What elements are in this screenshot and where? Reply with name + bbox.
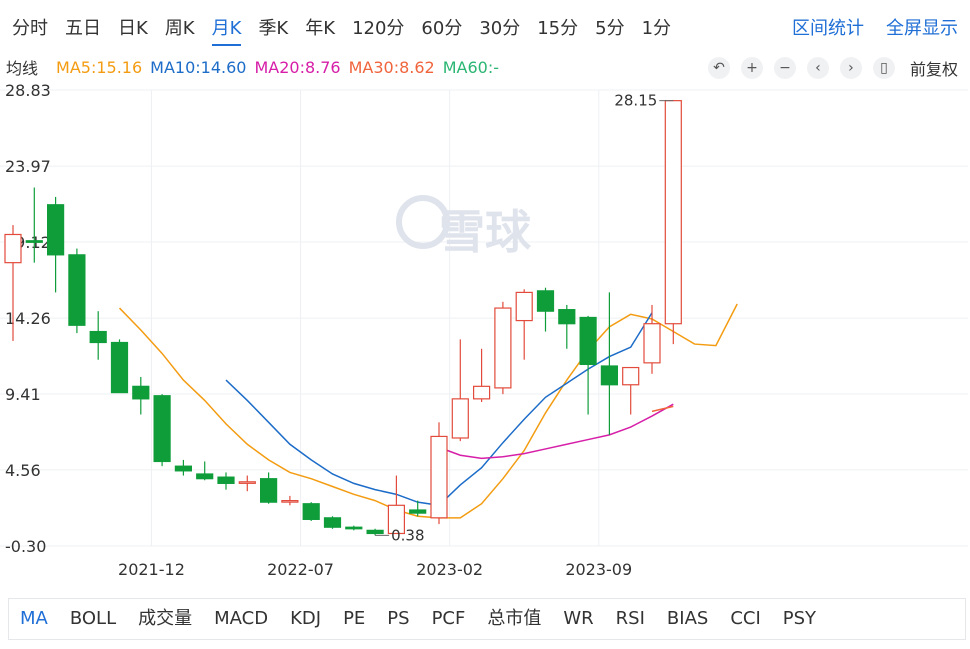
y-tick-label: 23.97 xyxy=(5,157,51,176)
candle-body xyxy=(25,240,43,243)
indicator-tab[interactable]: CCI xyxy=(719,600,771,638)
indicator-tab[interactable]: BIAS xyxy=(656,600,719,638)
ma-legend: 均线 MA5:15.16 MA10:14.60 MA20:8.76 MA30:8.62… xyxy=(6,55,507,79)
indicator-tab[interactable]: PS xyxy=(376,600,420,638)
ma-legend-item: MA20:8.76 xyxy=(254,57,341,77)
candle-body xyxy=(89,330,107,344)
period-tab[interactable]: 五日 xyxy=(65,14,101,46)
indicator-tab[interactable]: MA xyxy=(9,600,59,638)
y-tick-label: 28.83 xyxy=(5,81,51,100)
period-tab[interactable]: 月K xyxy=(211,14,242,46)
ma-legend-item: MA10:14.60 xyxy=(150,57,247,77)
period-tab[interactable]: 30分 xyxy=(479,14,520,46)
candle-body xyxy=(281,500,299,503)
candle-body xyxy=(196,473,214,480)
price-adjust-toggle[interactable]: 前复权 xyxy=(910,56,958,80)
candle-body xyxy=(409,509,427,514)
indicator-tab[interactable]: MACD xyxy=(203,600,279,638)
period-tab[interactable]: 季K xyxy=(258,14,288,46)
ma-legend-title: 均线 xyxy=(6,59,39,78)
zoom-out-icon[interactable]: − xyxy=(773,57,796,79)
indicator-tab[interactable]: 总市值 xyxy=(476,600,552,638)
candle-body xyxy=(451,398,469,439)
y-tick-label: -0.30 xyxy=(5,537,46,556)
watermark: 雪球 xyxy=(439,205,532,259)
max-price-label: 28.15 xyxy=(614,92,657,110)
undo-icon[interactable]: ↶ xyxy=(707,57,730,79)
min-price-label: 0.38 xyxy=(391,526,424,544)
candle-body xyxy=(132,385,150,400)
period-tab[interactable]: 15分 xyxy=(537,14,578,46)
chart-toolbar: ↶ + − ‹ › ▯ 前复权 xyxy=(707,56,958,80)
candle-body xyxy=(217,476,235,484)
indicator-tab[interactable]: PSY xyxy=(772,600,827,638)
candle-body xyxy=(558,309,576,325)
zoom-in-icon[interactable]: + xyxy=(740,57,763,79)
candle-body xyxy=(345,526,363,530)
y-tick-label: 14.26 xyxy=(5,309,51,328)
candle-body xyxy=(430,435,448,519)
candle-icon[interactable]: ▯ xyxy=(872,57,895,79)
indicator-tab[interactable]: 成交量 xyxy=(127,600,203,638)
x-tick-label: 2023-02 xyxy=(416,560,483,579)
indicator-tab[interactable]: PE xyxy=(332,600,376,638)
candle-body xyxy=(515,291,533,322)
indicator-tab[interactable]: KDJ xyxy=(279,600,332,638)
period-tab[interactable]: 120分 xyxy=(352,14,404,46)
candle-body xyxy=(260,478,278,503)
candle-body xyxy=(579,316,597,366)
x-tick-label: 2022-07 xyxy=(267,560,334,579)
scroll-right-icon[interactable]: › xyxy=(839,57,862,79)
period-tab[interactable]: 5分 xyxy=(595,14,624,46)
candle-body xyxy=(323,517,342,528)
candle-body xyxy=(174,465,192,472)
fullscreen-link[interactable]: 全屏显示 xyxy=(886,14,958,44)
indicator-tab[interactable]: WR xyxy=(552,600,604,638)
y-tick-label: 4.56 xyxy=(5,461,41,480)
x-tick-label: 2023-09 xyxy=(565,560,632,579)
ma-line-ma20 xyxy=(438,403,674,460)
candle-body xyxy=(4,233,22,264)
period-tab[interactable]: 1分 xyxy=(642,14,671,46)
y-tick-label: 9.41 xyxy=(5,385,41,404)
candle-body xyxy=(68,254,86,326)
candle-body xyxy=(302,503,320,520)
candle-body xyxy=(536,290,555,312)
candle-body xyxy=(153,395,171,463)
right-links: 区间统计 全屏显示 xyxy=(792,14,958,44)
candle-body xyxy=(238,481,256,484)
candle-body xyxy=(46,204,65,256)
indicator-tab[interactable]: PCF xyxy=(421,600,477,638)
candle-body xyxy=(664,100,682,325)
period-tab[interactable]: 60分 xyxy=(421,14,462,46)
scroll-left-icon[interactable]: ‹ xyxy=(806,57,829,79)
candle-body xyxy=(473,385,491,400)
period-tab[interactable]: 周K xyxy=(165,14,195,46)
candle-body xyxy=(494,307,512,389)
period-tabs: 分时 五日 日K 周K 月K 季K 年K 120分 60分 30分 15分 5分 1分 xyxy=(12,14,688,46)
candle-body xyxy=(643,323,661,364)
indicator-tab[interactable]: BOLL xyxy=(59,600,127,638)
ma-legend-item: MA30:8.62 xyxy=(348,57,435,77)
period-tab[interactable]: 日K xyxy=(118,14,148,46)
candlestick-chart: 28.8323.9719.1214.269.414.56-0.302021-12… xyxy=(0,81,968,579)
x-tick-label: 2021-12 xyxy=(118,560,185,579)
ma-legend-item: MA5:15.16 xyxy=(56,57,143,77)
candle-body xyxy=(600,365,619,386)
period-tab[interactable]: 年K xyxy=(305,14,335,46)
range-stats-link[interactable]: 区间统计 xyxy=(792,14,864,44)
ma-legend-item: MA60:- xyxy=(442,57,499,77)
period-toolbar: 分时 五日 日K 周K 月K 季K 年K 120分 60分 30分 15分 5分 1分 区间统计 全屏显示 xyxy=(0,0,970,56)
candle-body xyxy=(110,341,129,394)
candle-body xyxy=(622,366,640,386)
indicator-tabs: MA BOLL 成交量 MACD KDJ PE PS PCF 总市值 WR RSI BIAS CCI PS… xyxy=(8,598,966,640)
period-tab[interactable]: 分时 xyxy=(12,14,48,46)
indicator-tab[interactable]: RSI xyxy=(605,600,656,638)
candle-body xyxy=(366,529,384,535)
